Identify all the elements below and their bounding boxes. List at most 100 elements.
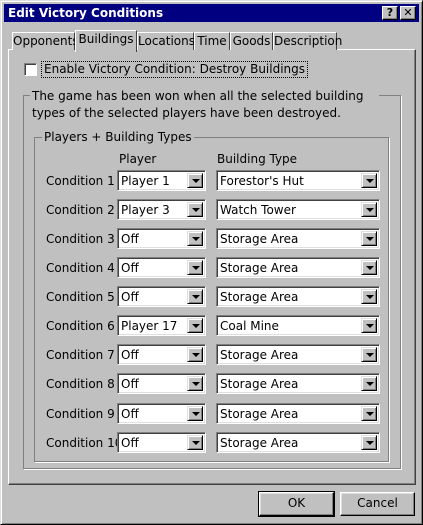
chevron-down-icon bbox=[192, 179, 200, 183]
players-building-group-title: Players + Building Types bbox=[42, 130, 194, 144]
chevron-down-icon bbox=[366, 353, 374, 357]
player-select[interactable]: Off bbox=[117, 344, 206, 365]
player-select[interactable]: Off bbox=[117, 228, 206, 249]
building-type-value: Storage Area bbox=[220, 290, 299, 304]
building-type-select[interactable]: Storage Area bbox=[216, 257, 380, 278]
player-column-header: Player bbox=[119, 152, 157, 166]
dropdown-button[interactable] bbox=[187, 435, 203, 450]
title-bar[interactable]: Edit Victory Conditions ? ✕ bbox=[4, 4, 419, 22]
player-select-value: Player 3 bbox=[121, 203, 170, 217]
tab-time[interactable]: Time bbox=[194, 32, 230, 50]
dropdown-button[interactable] bbox=[361, 260, 377, 275]
building-type-value: Storage Area bbox=[220, 348, 299, 362]
tab-locations[interactable]: Locations bbox=[137, 32, 195, 50]
description-text: The game has been won when all the selec… bbox=[30, 88, 379, 122]
window-title: Edit Victory Conditions bbox=[8, 6, 164, 20]
dropdown-button[interactable] bbox=[361, 289, 377, 304]
ok-button[interactable]: OK bbox=[258, 491, 335, 517]
dropdown-button[interactable] bbox=[187, 318, 203, 333]
dropdown-button[interactable] bbox=[187, 202, 203, 217]
dropdown-button[interactable] bbox=[361, 435, 377, 450]
dropdown-button[interactable] bbox=[187, 260, 203, 275]
chevron-down-icon bbox=[192, 208, 200, 212]
chevron-down-icon bbox=[192, 353, 200, 357]
dropdown-button[interactable] bbox=[361, 376, 377, 391]
dropdown-button[interactable] bbox=[361, 406, 377, 421]
chevron-down-icon bbox=[192, 441, 200, 445]
condition-label: Condition 6 bbox=[46, 319, 115, 333]
dropdown-button[interactable] bbox=[187, 173, 203, 188]
condition-label: Condition 4 bbox=[46, 261, 115, 275]
building-type-select[interactable]: Storage Area bbox=[216, 228, 380, 249]
chevron-down-icon bbox=[366, 179, 374, 183]
player-select[interactable]: Player 1 bbox=[117, 170, 206, 191]
chevron-down-icon bbox=[192, 382, 200, 386]
chevron-down-icon bbox=[192, 324, 200, 328]
building-type-value: Forestor's Hut bbox=[220, 174, 304, 188]
player-select-value: Off bbox=[121, 436, 139, 450]
cancel-button[interactable]: Cancel bbox=[340, 492, 415, 516]
player-select[interactable]: Off bbox=[117, 257, 206, 278]
chevron-down-icon bbox=[366, 441, 374, 445]
player-select-value: Off bbox=[121, 407, 139, 421]
dropdown-button[interactable] bbox=[361, 173, 377, 188]
player-select[interactable]: Off bbox=[117, 373, 206, 394]
dropdown-button[interactable] bbox=[187, 231, 203, 246]
building-type-select[interactable]: Storage Area bbox=[216, 403, 380, 424]
tab-goods[interactable]: Goods bbox=[230, 32, 273, 50]
player-select[interactable]: Player 17 bbox=[117, 315, 206, 336]
dropdown-button[interactable] bbox=[187, 347, 203, 362]
tab-buildings[interactable]: Buildings bbox=[75, 30, 137, 52]
help-button[interactable]: ? bbox=[382, 6, 398, 20]
chevron-down-icon bbox=[366, 382, 374, 386]
chevron-down-icon bbox=[366, 295, 374, 299]
player-select-value: Off bbox=[121, 348, 139, 362]
tab-description[interactable]: Description bbox=[273, 32, 342, 50]
chevron-down-icon bbox=[192, 295, 200, 299]
dropdown-button[interactable] bbox=[361, 231, 377, 246]
chevron-down-icon bbox=[366, 237, 374, 241]
condition-label: Condition 3 bbox=[46, 232, 115, 246]
tab-opponents[interactable]: Opponents bbox=[12, 32, 79, 50]
building-type-select[interactable]: Storage Area bbox=[216, 286, 380, 307]
player-select-value: Off bbox=[121, 232, 139, 246]
dropdown-button[interactable] bbox=[187, 289, 203, 304]
condition-label: Condition 5 bbox=[46, 290, 115, 304]
building-type-column-header: Building Type bbox=[217, 152, 298, 166]
dropdown-button[interactable] bbox=[187, 406, 203, 421]
player-select[interactable]: Player 3 bbox=[117, 199, 206, 220]
dropdown-button[interactable] bbox=[361, 202, 377, 217]
condition-label: Condition 10 bbox=[46, 436, 123, 450]
chevron-down-icon bbox=[366, 208, 374, 212]
player-select[interactable]: Off bbox=[117, 403, 206, 424]
condition-label: Condition 1 bbox=[46, 174, 115, 188]
building-type-select[interactable]: Watch Tower bbox=[216, 199, 380, 220]
chevron-down-icon bbox=[192, 412, 200, 416]
building-type-select[interactable]: Storage Area bbox=[216, 344, 380, 365]
chevron-down-icon bbox=[192, 237, 200, 241]
condition-label: Condition 9 bbox=[46, 407, 115, 421]
dropdown-button[interactable] bbox=[361, 318, 377, 333]
building-type-value: Storage Area bbox=[220, 232, 299, 246]
dropdown-button[interactable] bbox=[187, 376, 203, 391]
building-type-select[interactable]: Forestor's Hut bbox=[216, 170, 380, 191]
dropdown-button[interactable] bbox=[361, 347, 377, 362]
enable-victory-label[interactable]: Enable Victory Condition: Destroy Buildi… bbox=[41, 61, 309, 78]
building-type-select[interactable]: Storage Area bbox=[216, 373, 380, 394]
condition-label: Condition 8 bbox=[46, 377, 115, 391]
condition-label: Condition 7 bbox=[46, 348, 115, 362]
close-button[interactable]: ✕ bbox=[400, 6, 416, 20]
chevron-down-icon bbox=[366, 412, 374, 416]
enable-victory-checkbox[interactable] bbox=[24, 63, 37, 76]
building-type-select[interactable]: Storage Area bbox=[216, 432, 380, 453]
player-select-value: Player 17 bbox=[121, 319, 178, 333]
condition-label: Condition 2 bbox=[46, 203, 115, 217]
building-type-select[interactable]: Coal Mine bbox=[216, 315, 380, 336]
building-type-value: Watch Tower bbox=[220, 203, 296, 217]
player-select[interactable]: Off bbox=[117, 432, 206, 453]
chevron-down-icon bbox=[366, 266, 374, 270]
player-select-value: Player 1 bbox=[121, 174, 170, 188]
player-select[interactable]: Off bbox=[117, 286, 206, 307]
building-type-value: Storage Area bbox=[220, 377, 299, 391]
building-type-value: Storage Area bbox=[220, 261, 299, 275]
